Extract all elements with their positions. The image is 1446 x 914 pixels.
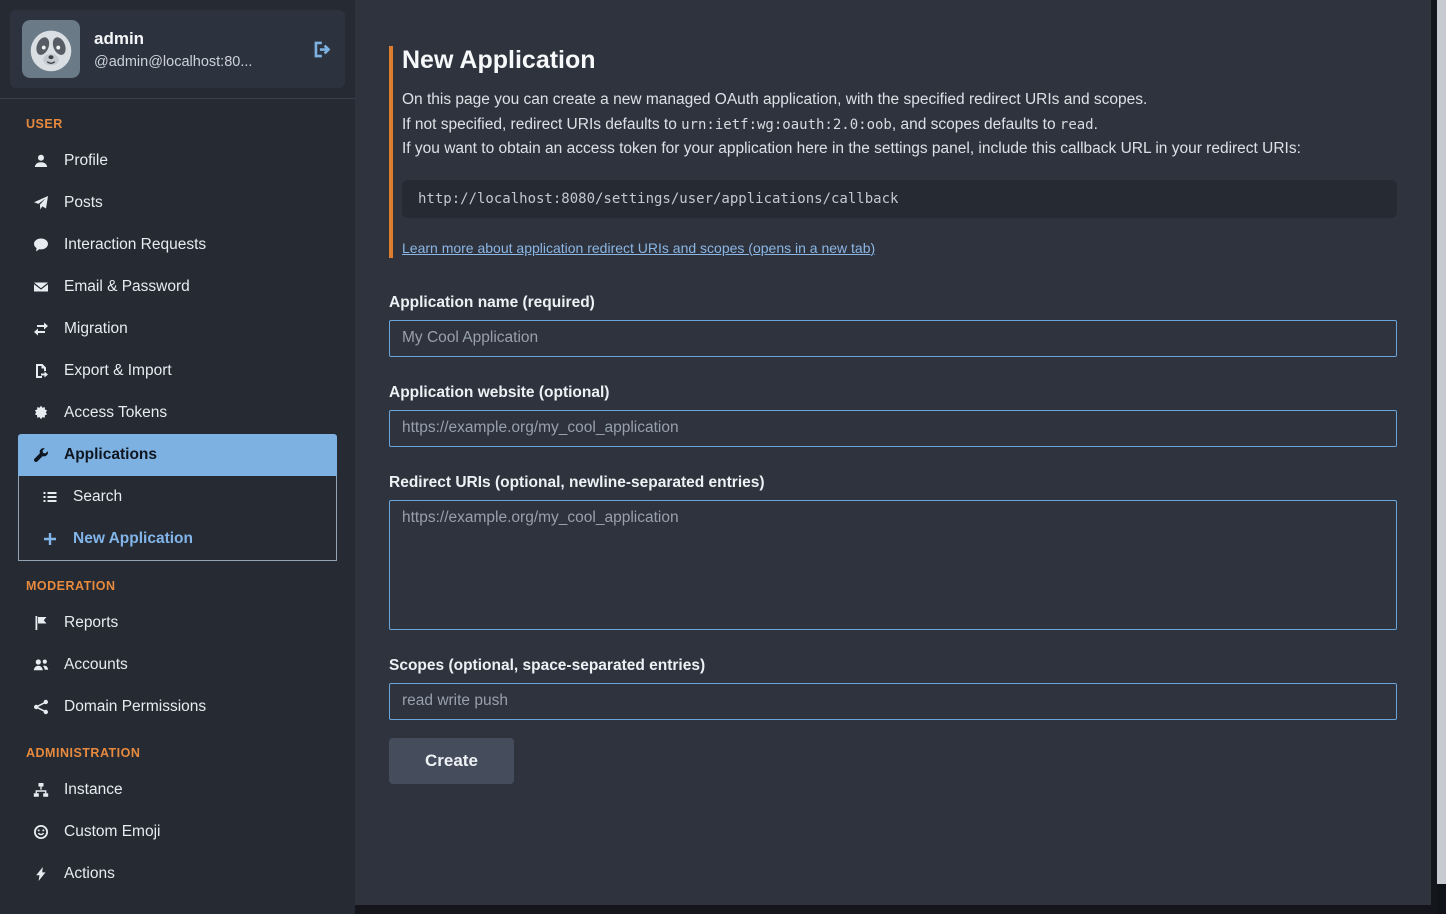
sidebar-item-export-import[interactable]: Export & Import bbox=[18, 350, 337, 392]
application-name-input[interactable] bbox=[389, 320, 1397, 357]
scopes-label: Scopes (optional, space-separated entrie… bbox=[389, 657, 1397, 675]
plus-icon bbox=[41, 531, 59, 547]
callback-url-code-block: http://localhost:8080/settings/user/appl… bbox=[402, 180, 1397, 218]
sidebar: admin @admin@localhost:80... USER Profil… bbox=[0, 0, 355, 914]
redirect-uris-label: Redirect URIs (optional, newline-separat… bbox=[389, 474, 1397, 492]
new-application-form: Application name (required) Application … bbox=[389, 294, 1397, 784]
scopes-field: Scopes (optional, space-separated entrie… bbox=[389, 657, 1397, 720]
sidebar-item-label: Email & Password bbox=[64, 278, 190, 296]
section-label-administration: ADMINISTRATION bbox=[26, 746, 337, 760]
user-card: admin @admin@localhost:80... bbox=[10, 10, 345, 88]
sidebar-item-interaction-requests[interactable]: Interaction Requests bbox=[18, 224, 337, 266]
intro-line-2-post: . bbox=[1094, 116, 1098, 133]
sidebar-item-profile[interactable]: Profile bbox=[18, 140, 337, 182]
sidebar-item-custom-emoji[interactable]: Custom Emoji bbox=[18, 811, 337, 853]
sidebar-item-label: Reports bbox=[64, 614, 118, 632]
comment-icon bbox=[32, 237, 50, 253]
redirect-uris-textarea[interactable] bbox=[389, 500, 1397, 630]
sidebar-item-label: Profile bbox=[64, 152, 108, 170]
intro-line-3: If you want to obtain an access token fo… bbox=[402, 140, 1301, 157]
flag-icon bbox=[32, 615, 50, 631]
sidebar-item-label: New Application bbox=[73, 530, 193, 548]
sidebar-item-migration[interactable]: Migration bbox=[18, 308, 337, 350]
intro-line-1: On this page you can create a new manage… bbox=[402, 91, 1147, 108]
page-header: New Application On this page you can cre… bbox=[389, 46, 1397, 258]
username: admin bbox=[94, 29, 298, 49]
intro-line-2-mid: , and scopes defaults to bbox=[892, 116, 1060, 133]
redirect-uris-field: Redirect URIs (optional, newline-separat… bbox=[389, 474, 1397, 630]
sidebar-nav: USER Profile Posts Interaction Requests bbox=[10, 117, 345, 895]
bolt-icon bbox=[32, 866, 50, 882]
certificate-icon bbox=[32, 405, 50, 421]
user-handle: @admin@localhost:80... bbox=[94, 54, 298, 70]
sidebar-item-domain-permissions[interactable]: Domain Permissions bbox=[18, 686, 337, 728]
scrollbar-thumb[interactable] bbox=[1437, 0, 1446, 884]
sidebar-item-email-password[interactable]: Email & Password bbox=[18, 266, 337, 308]
intro-line-2-pre: If not specified, redirect URIs defaults… bbox=[402, 116, 681, 133]
application-website-field: Application website (optional) bbox=[389, 384, 1397, 447]
sidebar-item-posts[interactable]: Posts bbox=[18, 182, 337, 224]
sidebar-item-reports[interactable]: Reports bbox=[18, 602, 337, 644]
wrench-icon bbox=[32, 447, 50, 463]
sidebar-item-label: Domain Permissions bbox=[64, 698, 206, 716]
inline-code-oob: urn:ietf:wg:oauth:2.0:oob bbox=[681, 117, 892, 133]
application-name-field: Application name (required) bbox=[389, 294, 1397, 357]
sidebar-item-applications[interactable]: Applications bbox=[18, 434, 337, 476]
sidebar-item-accounts[interactable]: Accounts bbox=[18, 644, 337, 686]
sidebar-item-label: Migration bbox=[64, 320, 128, 338]
application-website-input[interactable] bbox=[389, 410, 1397, 447]
sidebar-item-instance[interactable]: Instance bbox=[18, 769, 337, 811]
share-nodes-icon bbox=[32, 699, 50, 715]
smiley-icon bbox=[32, 824, 50, 840]
inline-code-read: read bbox=[1060, 117, 1094, 133]
application-name-label: Application name (required) bbox=[389, 294, 1397, 312]
paper-plane-icon bbox=[32, 195, 50, 211]
avatar bbox=[22, 20, 80, 78]
settings-panel: admin @admin@localhost:80... USER Profil… bbox=[0, 0, 1446, 914]
user-meta: admin @admin@localhost:80... bbox=[94, 29, 298, 70]
create-button[interactable]: Create bbox=[389, 738, 514, 784]
intro-paragraph: On this page you can create a new manage… bbox=[402, 88, 1397, 162]
section-label-moderation: MODERATION bbox=[26, 579, 337, 593]
sidebar-item-applications-new[interactable]: New Application bbox=[19, 518, 336, 560]
sidebar-item-label: Custom Emoji bbox=[64, 823, 160, 841]
main-content: New Application On this page you can cre… bbox=[355, 0, 1431, 905]
sidebar-item-label: Search bbox=[73, 488, 122, 506]
logout-icon[interactable] bbox=[312, 39, 333, 60]
envelope-icon bbox=[32, 279, 50, 295]
file-export-icon bbox=[32, 363, 50, 379]
sidebar-item-label: Instance bbox=[64, 781, 123, 799]
sitemap-icon bbox=[32, 782, 50, 798]
sidebar-item-actions[interactable]: Actions bbox=[18, 853, 337, 895]
applications-submenu: Search New Application bbox=[18, 476, 337, 561]
transfer-arrows-icon bbox=[32, 321, 50, 337]
learn-more-link[interactable]: Learn more about application redirect UR… bbox=[402, 240, 875, 256]
section-label-user: USER bbox=[26, 117, 337, 131]
sidebar-item-label: Export & Import bbox=[64, 362, 172, 380]
sidebar-item-label: Interaction Requests bbox=[64, 236, 206, 254]
user-icon bbox=[32, 153, 50, 169]
sidebar-item-label: Applications bbox=[64, 446, 157, 464]
sidebar-divider bbox=[0, 98, 355, 99]
users-icon bbox=[32, 657, 50, 673]
main-wrap: New Application On this page you can cre… bbox=[355, 0, 1446, 914]
page-title: New Application bbox=[402, 46, 1397, 75]
sidebar-item-label: Actions bbox=[64, 865, 115, 883]
sidebar-item-label: Access Tokens bbox=[64, 404, 167, 422]
sidebar-item-access-tokens[interactable]: Access Tokens bbox=[18, 392, 337, 434]
list-icon bbox=[41, 489, 59, 505]
sidebar-item-label: Posts bbox=[64, 194, 103, 212]
sidebar-item-applications-search[interactable]: Search bbox=[19, 476, 336, 518]
scrollbar-track bbox=[1437, 0, 1446, 914]
application-website-label: Application website (optional) bbox=[389, 384, 1397, 402]
scopes-input[interactable] bbox=[389, 683, 1397, 720]
sidebar-item-label: Accounts bbox=[64, 656, 128, 674]
